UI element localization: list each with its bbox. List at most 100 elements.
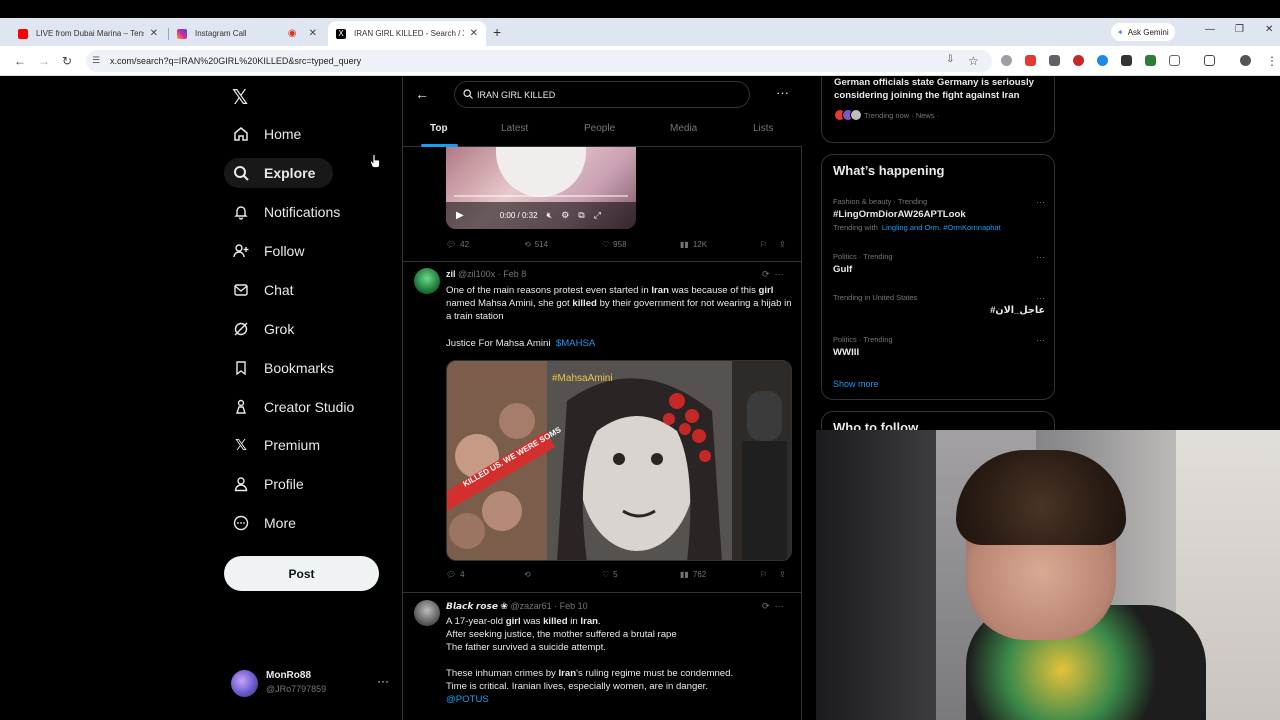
nav-creator-studio[interactable]: Creator Studio xyxy=(224,392,372,422)
tab-lists[interactable]: Lists xyxy=(753,123,774,134)
extension-icon[interactable] xyxy=(1145,55,1156,66)
play-icon[interactable]: ▶ xyxy=(456,210,464,221)
extension-icon[interactable] xyxy=(1001,55,1012,66)
trend-item[interactable]: Politics · Trending WWIII ··· xyxy=(833,335,1045,358)
like-button[interactable]: ♡ 5 xyxy=(602,570,618,579)
mute-icon[interactable]: 🔇︎ xyxy=(547,210,553,221)
repost-button[interactable]: ⟲ 514 xyxy=(524,240,548,249)
views-button[interactable]: ▮▮ 762 xyxy=(680,570,706,579)
nav-grok[interactable]: Grok xyxy=(224,314,312,344)
more-dots-icon[interactable]: ··· xyxy=(1036,252,1045,262)
forward-button[interactable]: → xyxy=(38,54,50,68)
settings-icon[interactable]: ⚙ xyxy=(561,210,569,221)
extension-icon[interactable] xyxy=(1097,55,1108,66)
restore-button[interactable]: ❐ xyxy=(1235,24,1244,35)
profile-avatar-icon[interactable] xyxy=(1240,55,1251,66)
trend-item[interactable]: Politics · Trending Gulf ··· xyxy=(833,252,1045,275)
nav-home[interactable]: Home xyxy=(224,119,319,149)
author-name[interactable]: zil xyxy=(446,269,456,279)
news-card[interactable]: German officials state Germany is seriou… xyxy=(821,77,1055,143)
nav-explore[interactable]: Explore xyxy=(224,158,334,188)
reply-button[interactable]: 💬︎ 4 xyxy=(446,570,465,579)
more-dots-icon[interactable]: ··· xyxy=(377,674,389,688)
more-dots-icon[interactable]: ··· xyxy=(775,269,784,279)
avatar[interactable] xyxy=(414,268,440,294)
post-button[interactable]: Post xyxy=(224,556,379,591)
tab-people[interactable]: People xyxy=(584,123,615,134)
cashtag-link[interactable]: $MAHSA xyxy=(556,338,595,349)
reload-button[interactable]: ↻ xyxy=(62,54,72,68)
video-progress-bar[interactable] xyxy=(454,195,628,197)
search-input[interactable]: IRAN GIRL KILLED xyxy=(454,81,750,108)
extension-icon[interactable] xyxy=(1073,55,1084,66)
share-button[interactable]: ⇪ xyxy=(779,240,786,249)
x-logo-icon[interactable]: 𝕏 xyxy=(232,85,248,110)
author-handle[interactable]: @zazar61 xyxy=(510,601,551,611)
repost-button[interactable]: ⟲ xyxy=(524,570,535,579)
fullscreen-icon[interactable]: ⤢ xyxy=(594,210,601,221)
video-player[interactable]: ▶ 0:00 / 0:32 🔇︎ ⚙ ⧉ ⤢ xyxy=(446,147,636,229)
nav-chat[interactable]: Chat xyxy=(224,275,312,305)
nav-label: Follow xyxy=(264,243,305,259)
close-icon[interactable]: ✕ xyxy=(309,28,317,39)
grok-icon[interactable]: ⟳ xyxy=(762,269,770,279)
browser-menu-icon[interactable]: ⋮ xyxy=(1266,54,1278,68)
more-dots-icon[interactable]: ··· xyxy=(1036,335,1045,345)
more-dots-icon[interactable]: ··· xyxy=(1036,197,1045,207)
pip-icon[interactable]: ⧉ xyxy=(578,210,584,221)
trend-item[interactable]: Trending in United States #عاجل_الان ··· xyxy=(833,293,1045,316)
nav-profile[interactable]: Profile xyxy=(224,469,322,499)
tab-media[interactable]: Media xyxy=(670,123,697,134)
youtube-icon xyxy=(18,28,28,39)
shield-extension-icon[interactable] xyxy=(1121,55,1132,66)
author-name[interactable]: 𝘽𝙡𝙖𝙘𝙠 𝙧𝙤𝙨𝙚 ❀ xyxy=(446,601,508,611)
nav-premium[interactable]: 𝕏 Premium xyxy=(224,430,338,460)
mention-link[interactable]: @POTUS xyxy=(446,693,796,706)
trend-name: #LingOrmDiorAW26APTLook xyxy=(833,209,966,220)
tab-latest[interactable]: Latest xyxy=(501,123,528,134)
nav-follow[interactable]: Follow xyxy=(224,236,322,266)
trend-item[interactable]: Fashion & beauty · Trending #LingOrmDior… xyxy=(833,197,1045,232)
site-info-icon[interactable]: ☰ xyxy=(92,55,102,65)
address-bar[interactable]: ☰ x.com/search?q=IRAN%20GIRL%20KILLED&sr… xyxy=(86,50,992,72)
back-arrow-icon[interactable]: ← xyxy=(415,86,429,102)
sidepanel-icon[interactable] xyxy=(1204,55,1215,66)
share-button[interactable]: ⇪ xyxy=(779,570,786,579)
browser-tab-x[interactable]: X IRAN GIRL KILLED - Search / X ✕ xyxy=(328,21,486,46)
tweet-date[interactable]: · Feb 8 xyxy=(498,269,527,279)
star-icon[interactable]: ☆ xyxy=(968,54,979,68)
more-dots-icon[interactable]: ··· xyxy=(1036,293,1045,303)
reply-button[interactable]: 💬︎ 42 xyxy=(446,240,469,249)
install-icon[interactable]: ⇩ xyxy=(946,54,954,65)
avatar[interactable] xyxy=(414,600,440,626)
bookmark-button[interactable]: ⚐ xyxy=(760,570,767,579)
tab-top[interactable]: Top xyxy=(430,123,448,134)
show-more-link[interactable]: Show more xyxy=(833,379,879,389)
account-switcher[interactable]: MonRo88 @JRo7797859 ··· xyxy=(231,666,391,698)
minimize-button[interactable]: — xyxy=(1205,24,1215,35)
nav-bookmarks[interactable]: Bookmarks xyxy=(224,353,352,383)
back-button[interactable]: ← xyxy=(14,54,26,68)
puzzle-icon[interactable] xyxy=(1169,55,1180,66)
views-button[interactable]: ▮▮ 12K xyxy=(680,240,707,249)
ask-gemini-button[interactable]: ✦ Ask Gemini xyxy=(1111,23,1175,41)
like-button[interactable]: ♡ 958 xyxy=(602,240,627,249)
more-dots-icon[interactable]: ··· xyxy=(775,601,784,611)
window-close-button[interactable]: ✕ xyxy=(1265,24,1273,35)
nav-more[interactable]: More xyxy=(224,508,314,538)
extension-icon[interactable] xyxy=(1049,55,1060,66)
grok-icon[interactable]: ⟳ xyxy=(762,601,770,611)
adblock-extension-icon[interactable] xyxy=(1025,55,1036,66)
nav-notifications[interactable]: Notifications xyxy=(224,197,358,227)
tweet-date[interactable]: · Feb 10 xyxy=(554,601,588,611)
author-handle[interactable]: @zil100x xyxy=(458,269,495,279)
browser-tab-instagram[interactable]: Instagram Call ◉ ✕ xyxy=(169,21,325,46)
new-tab-button[interactable]: + xyxy=(493,24,501,40)
trend-with-links[interactable]: Lingling and Orm, #OrmKornnaphat xyxy=(882,223,1001,232)
bookmark-button[interactable]: ⚐ xyxy=(760,240,767,249)
tweet-image[interactable]: KILLED US. WE WERE SOMS #MahsaAmini xyxy=(446,360,792,561)
more-dots-icon[interactable]: ··· xyxy=(776,85,789,100)
close-icon[interactable]: ✕ xyxy=(150,28,158,39)
close-icon[interactable]: ✕ xyxy=(470,28,478,39)
browser-tab-youtube[interactable]: LIVE from Dubai Marina – Tensi ✕ xyxy=(10,21,166,46)
